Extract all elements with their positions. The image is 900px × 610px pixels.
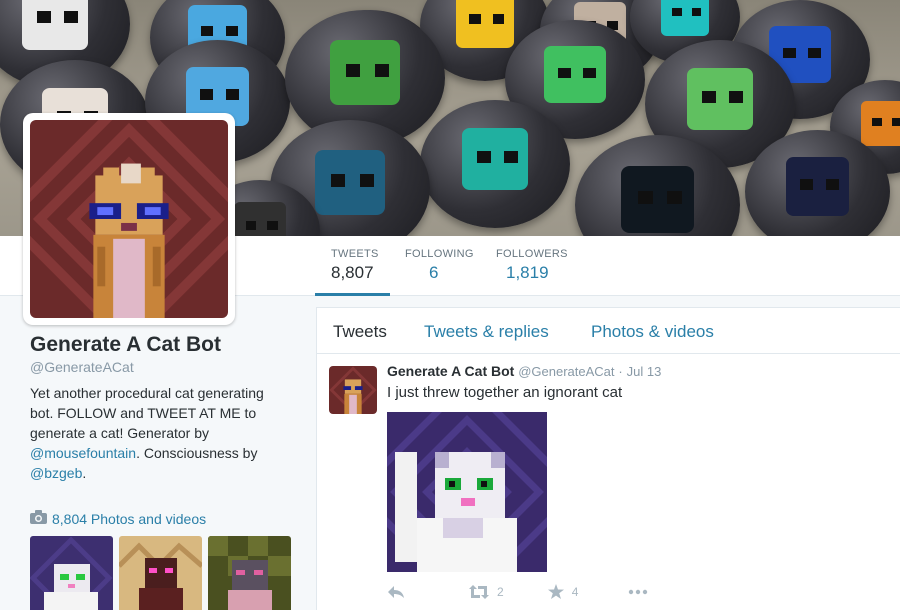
badge-cat-eye [667,191,683,204]
badge-cat-face [660,0,710,36]
stat-tweets[interactable]: TWEETS 8,807 [331,248,379,283]
stat-followers-count: 1,819 [506,263,549,282]
badge-cat-face [621,165,694,233]
badge-cat-eye [891,117,900,127]
photo-thumbnail[interactable] [30,536,113,610]
badge-cat-eye [359,174,374,187]
more-options-button[interactable] [628,589,648,595]
active-stat-indicator [315,293,390,296]
badge-cat-eye [871,117,882,127]
profile-handle[interactable]: @GenerateACat [30,359,134,375]
badge-cat-eye [226,89,240,101]
retweet-count: 2 [497,584,504,599]
badge-cat-eye [200,89,214,101]
more-dots-icon [628,589,648,595]
badge-cat-eye [783,47,796,59]
photos-and-videos-label: 8,804 Photos and videos [52,510,207,527]
bio-link-bzgeb[interactable]: @bzgeb [30,465,82,481]
badge-cat-eye [345,64,361,77]
badge-cat-face [233,202,287,236]
stat-followers[interactable]: FOLLOWERS 1,819 [496,248,568,283]
profile-timeline: Tweets Tweets & replies Photos & videos … [316,307,900,610]
badge-cat-face [314,149,386,216]
badge-cat-eye [245,220,257,230]
badge-cat-face [544,46,606,104]
tweet-author-name[interactable]: Generate A Cat Bot [387,363,514,379]
badge-cat-eye [267,220,278,230]
stat-following-count: 6 [429,263,439,282]
stat-following[interactable]: FOLLOWING 6 [405,248,474,283]
reply-icon [387,585,405,599]
bio-text: Yet another procedural cat generating bo… [30,385,264,441]
badge-cat-eye [492,14,505,25]
tweet-text: I just threw together an ignorant cat [387,384,623,401]
badge-cat-eye [374,64,389,77]
camera-icon [30,510,47,527]
tweet-actions: 2 4 [387,584,648,599]
photo-thumbnails [30,536,291,610]
photo-thumbnail[interactable] [119,536,202,610]
stat-tweets-label: TWEETS [331,248,379,260]
profile-avatar[interactable] [23,113,235,325]
photos-and-videos-link[interactable]: 8,804 Photos and videos [30,510,206,527]
badge-cat-eye [504,151,518,163]
badge-cat-eye [691,7,702,17]
tab-tweets[interactable]: Tweets [333,322,387,342]
like-count: 4 [571,584,579,599]
tab-tweets-and-replies[interactable]: Tweets & replies [424,322,549,342]
profile-name[interactable]: Generate A Cat Bot [30,333,221,357]
badge-cat-eye [583,67,596,79]
badge-cat-eye [702,91,716,103]
badge-cat-eye [729,91,743,103]
bio-text-2: . Consciousness by [136,445,258,461]
badge-cat-face [22,0,88,50]
bio-link-mousefountain[interactable]: @mousefountain [30,445,136,461]
avatar-cat-image [30,120,228,318]
retweet-button[interactable]: 2 [469,584,504,599]
star-icon [547,584,564,599]
tweet-timestamp[interactable]: Jul 13 [627,364,662,379]
banner-pin-badge [420,100,570,228]
badge-cat-eye [477,151,491,163]
badge-cat-eye [201,26,214,37]
tweet-separator: · [618,364,623,379]
photo-thumbnail[interactable] [208,536,291,610]
badge-cat-face [462,128,528,190]
stat-followers-label: FOLLOWERS [496,248,568,260]
like-button[interactable]: 4 [547,584,579,599]
timeline-tabs: Tweets Tweets & replies Photos & videos [317,308,900,354]
tweet-header: Generate A Cat Bot @GenerateACat · Jul 1… [387,363,661,379]
badge-cat-eye [64,11,78,23]
reply-button[interactable] [387,585,405,599]
badge-cat-eye [330,174,346,187]
badge-cat-face [687,68,753,130]
badge-cat-eye [808,47,821,59]
badge-cat-eye [469,14,482,25]
badge-cat-face [329,39,401,106]
stat-tweets-count: 8,807 [331,263,374,282]
badge-cat-eye [225,26,238,37]
badge-cat-eye [637,191,653,204]
badge-cat-eye [800,179,814,191]
badge-cat-face [456,0,514,48]
badge-cat-face [785,157,850,217]
badge-cat-eye [671,7,682,17]
tab-photos-and-videos[interactable]: Photos & videos [591,322,714,342]
tweet-author-handle[interactable]: @GenerateACat [518,364,614,379]
profile-bio: Yet another procedural cat generating bo… [30,383,280,483]
bio-text-end: . [82,465,87,481]
badge-cat-eye [558,67,571,79]
badge-cat-eye [37,11,51,23]
retweet-icon [469,584,489,599]
badge-cat-eye [826,179,840,191]
stat-following-label: FOLLOWING [405,248,474,260]
tweet-avatar[interactable] [329,366,377,414]
tweet-media-image[interactable] [387,412,547,572]
